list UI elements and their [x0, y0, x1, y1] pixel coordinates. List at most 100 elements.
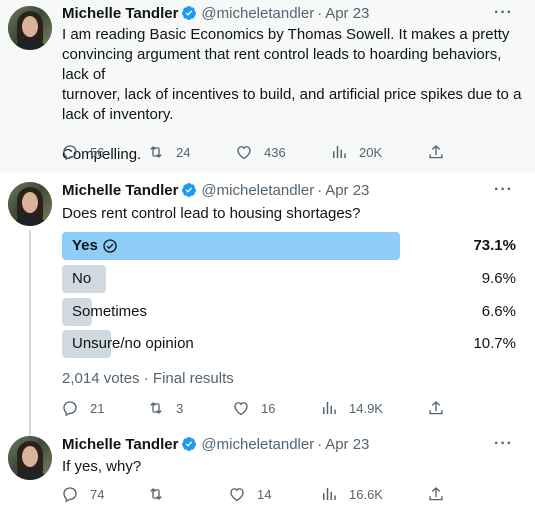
- retweet-button[interactable]: 3: [147, 398, 183, 418]
- avatar[interactable]: [8, 6, 52, 50]
- poll-vote-count[interactable]: 2,014 votes: [62, 370, 140, 387]
- separator-dot: ·: [317, 4, 323, 22]
- tweet-header: Michelle Tandler @micheletandler · Apr 2…: [62, 3, 369, 23]
- upload-arrow-icon: [429, 487, 443, 501]
- poll-option-text: Sometimes: [72, 303, 148, 320]
- author-handle[interactable]: @micheletandler: [201, 182, 314, 199]
- tweet-poll-rent-control[interactable]: Michelle Tandler @micheletandler · Apr 2…: [0, 172, 535, 440]
- author-name[interactable]: Michelle Tandler: [62, 5, 178, 22]
- tweet-actions: 74 14 16.6K: [0, 484, 535, 504]
- reply-count: 56: [90, 144, 105, 160]
- reply-count: 21: [90, 400, 105, 416]
- like-button[interactable]: 14: [228, 484, 271, 504]
- more-options-button[interactable]: ···: [494, 435, 513, 453]
- poll-option-sometimes[interactable]: Sometimes 6.6%: [62, 298, 524, 326]
- speech-bubble-icon: [63, 401, 77, 417]
- tweet-text-line: I am reading Basic Economics by Thomas S…: [62, 26, 510, 43]
- poll-option-label: Unsure/no opinion: [72, 330, 194, 358]
- poll-status: Final results: [152, 370, 234, 387]
- retweet-arrows-icon: [150, 146, 162, 158]
- author-handle[interactable]: @micheletandler: [201, 436, 314, 453]
- poll-option-label: No: [72, 265, 91, 293]
- retweet-count: 3: [176, 400, 184, 416]
- poll-option-no[interactable]: No 9.6%: [62, 265, 524, 293]
- view-count: 16.6K: [349, 486, 383, 502]
- view-count: 14.9K: [349, 400, 383, 416]
- poll-option-text: Yes: [72, 237, 98, 254]
- views-button[interactable]: 20K: [330, 142, 382, 162]
- like-button[interactable]: 16: [232, 398, 275, 418]
- separator-dot: ·: [143, 370, 149, 387]
- like-count: 14: [257, 486, 272, 502]
- bar-chart-icon: [333, 146, 346, 158]
- separator-dot: ·: [317, 181, 323, 199]
- ellipsis-icon: ···: [494, 181, 513, 198]
- reply-button[interactable]: 56: [61, 142, 104, 162]
- tweet-text: Does rent control lead to housing shorta…: [62, 205, 361, 222]
- like-count: 16: [261, 400, 276, 416]
- tweet-text: If yes, why?: [62, 458, 142, 475]
- verified-badge-icon: [182, 183, 197, 197]
- tweet-text-line: convincing argument that rent control le…: [62, 46, 502, 83]
- tweet-reading-basic-economics[interactable]: Michelle Tandler @micheletandler · Apr 2…: [0, 0, 535, 172]
- separator-dot: ·: [317, 435, 323, 453]
- retweet-arrows-icon: [150, 402, 162, 414]
- heart-outline-icon: [234, 402, 248, 416]
- poll-option-percent: 10.7%: [473, 335, 516, 352]
- check-circle-icon: [103, 239, 117, 253]
- retweet-button[interactable]: 24: [147, 142, 190, 162]
- poll-option-percent: 9.6%: [481, 270, 516, 287]
- avatar[interactable]: [8, 182, 52, 226]
- author-handle[interactable]: @micheletandler: [201, 5, 314, 22]
- poll-option-label: Sometimes: [72, 298, 147, 326]
- views-button[interactable]: 14.9K: [320, 398, 383, 418]
- retweet-arrows-icon: [150, 488, 162, 500]
- bar-chart-icon: [323, 402, 336, 414]
- more-options-button[interactable]: ···: [494, 181, 513, 199]
- heart-outline-icon: [237, 146, 251, 160]
- speech-bubble-icon: [63, 145, 77, 161]
- retweet-button[interactable]: [147, 484, 176, 504]
- poll-option-yes[interactable]: Yes 73.1%: [62, 232, 524, 260]
- tweet-date[interactable]: Apr 23: [325, 436, 369, 453]
- tweet-header: Michelle Tandler @micheletandler · Apr 2…: [62, 434, 369, 454]
- verified-badge-icon: [182, 6, 197, 20]
- poll-option-unsure[interactable]: Unsure/no opinion 10.7%: [62, 330, 524, 358]
- like-count: 436: [264, 144, 286, 160]
- tweet-actions: 56 24 436 20K: [0, 142, 535, 162]
- tweet-header: Michelle Tandler @micheletandler · Apr 2…: [62, 180, 369, 200]
- tweet-text-line: turnover, lack of incentives to build, a…: [62, 86, 522, 103]
- more-options-button[interactable]: ···: [494, 4, 513, 22]
- avatar[interactable]: [8, 436, 52, 480]
- reply-button[interactable]: 74: [61, 484, 104, 504]
- poll-option-text: No: [72, 270, 92, 287]
- reply-button[interactable]: 21: [61, 398, 104, 418]
- tweet-actions: 21 3 16 14.9K: [0, 398, 535, 418]
- tweet-if-yes-why[interactable]: Michelle Tandler @micheletandler · Apr 2…: [0, 426, 535, 512]
- poll-option-text: Unsure/no opinion: [72, 335, 194, 352]
- verified-badge-icon: [182, 437, 197, 451]
- like-button[interactable]: 436: [235, 142, 286, 162]
- tweet-date[interactable]: Apr 23: [325, 5, 369, 22]
- reply-count: 74: [90, 486, 105, 502]
- speech-bubble-icon: [63, 487, 77, 503]
- ellipsis-icon: ···: [494, 4, 513, 21]
- bar-chart-icon: [323, 488, 336, 500]
- poll-option-percent: 6.6%: [481, 303, 516, 320]
- poll-meta: 2,014 votes · Final results: [62, 370, 234, 387]
- view-count: 20K: [359, 144, 383, 160]
- upload-arrow-icon: [429, 401, 443, 415]
- heart-outline-icon: [230, 488, 244, 502]
- tweet-text-line: lack of inventory.: [62, 106, 174, 123]
- share-button[interactable]: [427, 142, 445, 162]
- ellipsis-icon: ···: [494, 435, 513, 452]
- views-button[interactable]: 16.6K: [320, 484, 383, 504]
- share-button[interactable]: [427, 484, 445, 504]
- author-name[interactable]: Michelle Tandler: [62, 182, 178, 199]
- poll-option-label: Yes: [72, 232, 118, 260]
- tweet-date[interactable]: Apr 23: [325, 182, 369, 199]
- share-button[interactable]: [427, 398, 445, 418]
- author-name[interactable]: Michelle Tandler: [62, 436, 178, 453]
- upload-arrow-icon: [429, 145, 443, 159]
- retweet-count: 24: [176, 144, 191, 160]
